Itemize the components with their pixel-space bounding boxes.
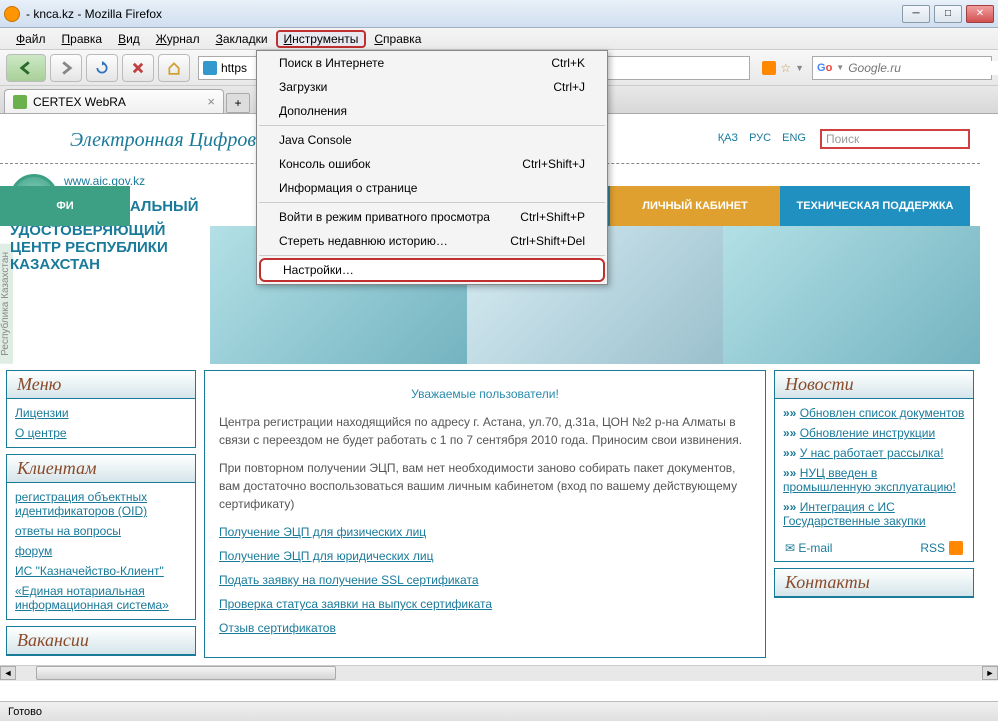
nav-physical[interactable]: ФИ bbox=[0, 186, 130, 226]
firefox-icon bbox=[4, 6, 20, 22]
client-link[interactable]: ИС "Казначейство-Клиент" bbox=[15, 561, 187, 581]
site-favicon bbox=[203, 61, 217, 75]
new-tab-button[interactable]: + bbox=[226, 93, 250, 113]
lang-eng[interactable]: ENG bbox=[782, 132, 806, 144]
service-link[interactable]: Отзыв сертификатов bbox=[219, 619, 751, 637]
menu-вид[interactable]: Вид bbox=[110, 30, 148, 48]
clients-heading: Клиентам bbox=[7, 455, 195, 483]
dropdown-item[interactable]: Настройки… bbox=[259, 258, 605, 282]
window-titlebar: - knca.kz - Mozilla Firefox ─ □ ✕ bbox=[0, 0, 998, 28]
scroll-left-arrow[interactable]: ◄ bbox=[0, 666, 16, 680]
news-heading: Новости bbox=[775, 371, 973, 399]
tab-close-icon[interactable]: × bbox=[207, 94, 215, 109]
vacancy-heading: Вакансии bbox=[7, 627, 195, 655]
forward-button[interactable] bbox=[50, 54, 82, 82]
greeting: Уважаемые пользователи! bbox=[219, 385, 751, 403]
client-link[interactable]: регистрация объектных идентификаторов (O… bbox=[15, 487, 187, 521]
horizontal-scrollbar[interactable]: ◄ ► bbox=[0, 665, 998, 681]
notice-paragraph: Центра регистрации находящийся по адресу… bbox=[219, 413, 751, 449]
service-link[interactable]: Получение ЭЦП для физических лиц bbox=[219, 523, 751, 541]
scroll-right-arrow[interactable]: ► bbox=[982, 666, 998, 680]
nav-support[interactable]: ТЕХНИЧЕСКАЯ ПОДДЕРЖКА bbox=[780, 186, 970, 226]
dropdown-item[interactable]: Поиск в ИнтернетеCtrl+K bbox=[257, 51, 607, 75]
rss-icon bbox=[949, 541, 963, 555]
news-item[interactable]: НУЦ введен в промышленную эксплуатацию! bbox=[783, 463, 965, 497]
left-column: Меню ЛицензииО центре Клиентам регистрац… bbox=[6, 370, 196, 658]
nav-cabinet[interactable]: ЛИЧНЫЙ КАБИНЕТ bbox=[610, 186, 780, 226]
client-link[interactable]: форум bbox=[15, 541, 187, 561]
site-search-input[interactable] bbox=[820, 129, 970, 149]
info-paragraph: При повторном получении ЭЦП, вам нет нео… bbox=[219, 459, 751, 513]
menu-link[interactable]: О центре bbox=[15, 423, 187, 443]
service-link[interactable]: Проверка статуса заявки на выпуск сертиф… bbox=[219, 595, 751, 613]
tab-label: CERTEX WebRA bbox=[33, 95, 126, 109]
lang-rus[interactable]: РУС bbox=[749, 132, 771, 144]
lang-kaz[interactable]: ҚАЗ bbox=[718, 132, 738, 144]
scroll-thumb[interactable] bbox=[36, 666, 336, 680]
rss-icon[interactable] bbox=[762, 61, 776, 75]
bookmark-star-icon[interactable]: ☆ bbox=[780, 61, 791, 75]
tools-dropdown-menu: Поиск в ИнтернетеCtrl+KЗагрузкиCtrl+JДоп… bbox=[256, 50, 608, 285]
url-text: https bbox=[221, 61, 247, 75]
dropdown-item[interactable]: Стереть недавнюю историю…Ctrl+Shift+Del bbox=[257, 229, 607, 253]
dropdown-arrow-icon[interactable]: ▼ bbox=[795, 63, 804, 73]
maximize-button[interactable]: □ bbox=[934, 5, 962, 23]
email-link[interactable]: ✉ E-mail bbox=[785, 541, 832, 555]
service-link[interactable]: Подать заявку на получение SSL сертифика… bbox=[219, 571, 751, 589]
back-button[interactable] bbox=[6, 54, 46, 82]
reload-button[interactable] bbox=[86, 54, 118, 82]
tab-favicon bbox=[13, 95, 27, 109]
status-bar: Готово bbox=[0, 701, 998, 721]
rss-link[interactable]: RSS bbox=[920, 541, 963, 555]
menu-bar: ФайлПравкаВидЖурналЗакладкиИнструментыСп… bbox=[0, 28, 998, 50]
dropdown-item[interactable]: Java Console bbox=[257, 128, 607, 152]
menu-справка[interactable]: Справка bbox=[366, 30, 429, 48]
browser-tab[interactable]: CERTEX WebRA × bbox=[4, 89, 224, 113]
contacts-heading: Контакты bbox=[775, 569, 973, 597]
google-icon: Go bbox=[817, 62, 832, 74]
menu-закладки[interactable]: Закладки bbox=[208, 30, 276, 48]
news-item[interactable]: У нас работает рассылка! bbox=[783, 443, 965, 463]
news-item[interactable]: Обновление инструкции bbox=[783, 423, 965, 443]
news-item[interactable]: Обновлен список документов bbox=[783, 403, 965, 423]
site-slogan: Электронная Цифровая bbox=[70, 129, 275, 152]
home-button[interactable] bbox=[158, 54, 190, 82]
dropdown-item[interactable]: ЗагрузкиCtrl+J bbox=[257, 75, 607, 99]
dropdown-item[interactable]: Консоль ошибокCtrl+Shift+J bbox=[257, 152, 607, 176]
news-item[interactable]: Интеграция с ИС Государственные закупки bbox=[783, 497, 965, 531]
dropdown-item[interactable]: Информация о странице bbox=[257, 176, 607, 200]
menu-правка[interactable]: Правка bbox=[54, 30, 111, 48]
minimize-button[interactable]: ─ bbox=[902, 5, 930, 23]
menu-link[interactable]: Лицензии bbox=[15, 403, 187, 423]
stop-button[interactable] bbox=[122, 54, 154, 82]
client-link[interactable]: ответы на вопросы bbox=[15, 521, 187, 541]
menu-журнал[interactable]: Журнал bbox=[148, 30, 208, 48]
close-button[interactable]: ✕ bbox=[966, 5, 994, 23]
menu-heading: Меню bbox=[7, 371, 195, 399]
browser-search-box[interactable]: Go ▼ 🔍 bbox=[812, 56, 992, 80]
menu-инструменты[interactable]: Инструменты bbox=[276, 30, 367, 48]
status-text: Готово bbox=[8, 706, 42, 718]
client-link[interactable]: «Единая нотариальная информационная сист… bbox=[15, 581, 187, 615]
language-switcher: ҚАЗ РУС ENG bbox=[714, 132, 810, 144]
right-column: Новости Обновлен список документовОбновл… bbox=[774, 370, 974, 658]
dropdown-item[interactable]: Войти в режим приватного просмотраCtrl+S… bbox=[257, 205, 607, 229]
dropdown-arrow-icon[interactable]: ▼ bbox=[836, 63, 844, 72]
window-title: - knca.kz - Mozilla Firefox bbox=[26, 7, 902, 21]
dropdown-item[interactable]: Дополнения bbox=[257, 99, 607, 123]
service-link[interactable]: Получение ЭЦП для юридических лиц bbox=[219, 547, 751, 565]
main-column: Уважаемые пользователи! Центра регистрац… bbox=[204, 370, 766, 658]
search-input[interactable] bbox=[848, 61, 998, 75]
menu-файл[interactable]: Файл bbox=[8, 30, 54, 48]
